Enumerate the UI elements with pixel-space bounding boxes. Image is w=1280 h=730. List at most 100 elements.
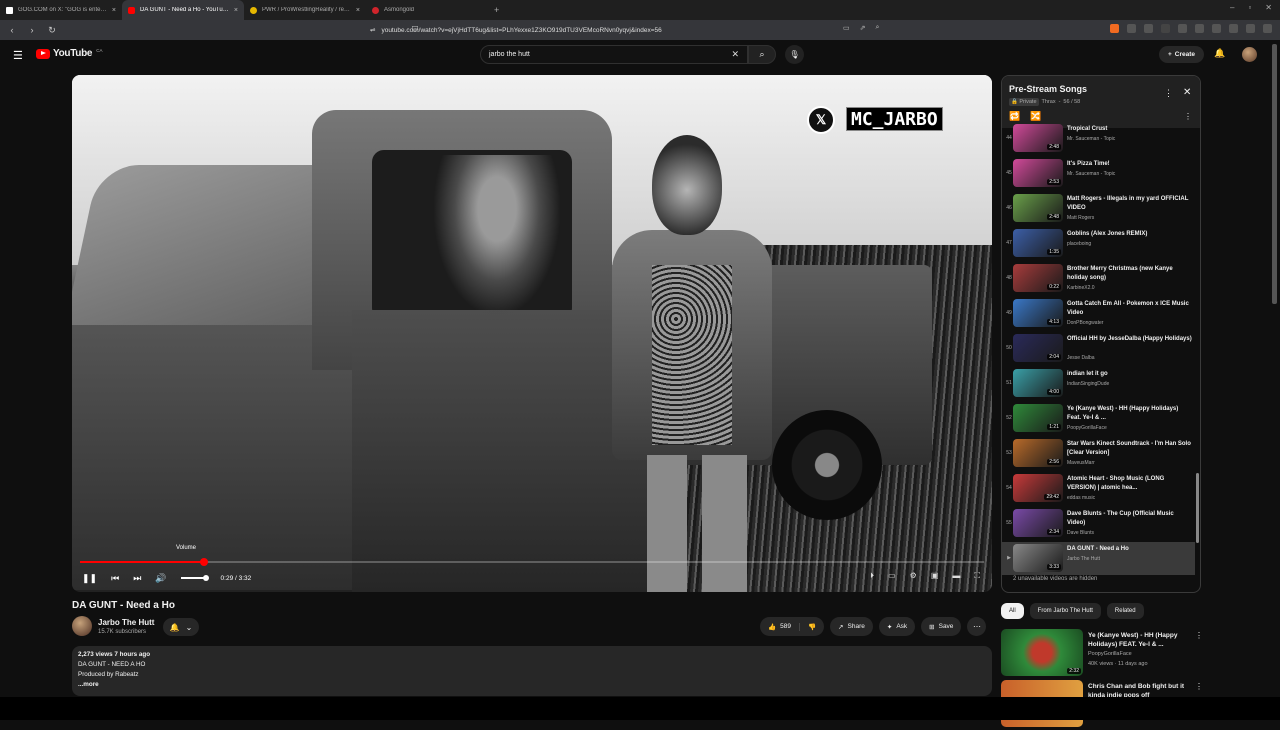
menu-icon[interactable]	[1263, 24, 1272, 33]
chip-from-channel[interactable]: From Jarbo The Hutt	[1029, 603, 1101, 619]
music-icon[interactable]	[1161, 24, 1170, 33]
hamburger-menu-icon[interactable]: ☰	[13, 49, 23, 62]
playlist-item-channel: MaveusMarr	[1067, 460, 1095, 466]
show-more-link[interactable]: ...more	[78, 680, 986, 690]
clear-search-icon[interactable]: ✕	[731, 49, 739, 60]
search-button[interactable]: ⌕	[748, 45, 776, 64]
search-input[interactable]: jarbo the hutt ✕	[480, 45, 748, 64]
next-icon[interactable]: ⏭	[133, 573, 141, 584]
maximize-icon[interactable]: ▫	[1248, 3, 1251, 12]
save-button[interactable]: ⊞ Save	[921, 617, 962, 636]
playlist-item[interactable]: 44 2:48 Tropical Crust Mr. Sauceman - Topic	[1002, 122, 1195, 155]
previous-icon[interactable]: ⏮	[111, 573, 119, 584]
x-logo-icon: 𝕏	[807, 106, 835, 134]
captions-icon[interactable]: ▭	[888, 571, 896, 581]
lock-icon: 🔒	[1011, 99, 1018, 105]
chip-all[interactable]: All	[1001, 603, 1024, 619]
rec-menu-icon[interactable]: ⋮	[1195, 631, 1203, 640]
subscription-bell-button[interactable]: 🔔 ⌄	[163, 618, 199, 636]
fullscreen-icon[interactable]: ⛶	[974, 571, 980, 581]
playlist-item[interactable]: 55 2:34 Dave Blunts - The Cup (Official Mu…	[1002, 507, 1195, 540]
vpn-icon[interactable]	[1246, 24, 1255, 33]
video-player[interactable]: 𝕏 MC_JARBO Volume ❚❚ ⏮ ⏭ 🔊 0:29 / 3:32 ⏵…	[72, 75, 992, 592]
new-tab-icon[interactable]: +	[488, 5, 505, 15]
video-woman	[592, 135, 792, 592]
playlist-item[interactable]: 46 2:48 Matt Rogers - Illegals in my yard …	[1002, 192, 1195, 225]
wallet-icon[interactable]	[1212, 24, 1221, 33]
theater-icon[interactable]: ▬	[952, 571, 960, 581]
zoom-icon[interactable]: ⌕	[876, 24, 880, 32]
youtube-logo[interactable]: YouTube CA	[36, 48, 102, 59]
chip-related[interactable]: Related	[1106, 603, 1144, 619]
close-icon[interactable]: ×	[112, 7, 116, 14]
close-window-icon[interactable]: ✕	[1265, 3, 1272, 12]
close-icon[interactable]: ×	[234, 7, 238, 14]
sidebar-icon[interactable]	[1178, 24, 1187, 33]
description-box[interactable]: 2,273 views 7 hours ago DA GUNT - NEED A…	[72, 646, 992, 696]
playlist-item[interactable]: 45 2:53 It's Pizza Time! Mr. Sauceman - Top…	[1002, 157, 1195, 190]
install-icon[interactable]: ▭	[843, 24, 850, 32]
like-button[interactable]: 👍 589	[760, 622, 800, 631]
playlist-item[interactable]: 47 1:35 Goblins (Alex Jones REMIX) placeboi…	[1002, 227, 1195, 260]
playlist-item[interactable]: 54 29:42 Atomic Heart - Shop Music (LONG V…	[1002, 472, 1195, 505]
close-icon[interactable]: ×	[356, 7, 360, 14]
extension-icon[interactable]	[1127, 24, 1136, 33]
browser-tab[interactable]: PWR / ProWrestlingReality / realpeti ×	[244, 0, 366, 20]
miniplayer-icon[interactable]: ▣	[931, 571, 939, 581]
browser-tab-active[interactable]: DA GUNT - Need a Ho - YouTube ×	[122, 0, 244, 20]
playlist-item[interactable]: 52 1:21 Ye (Kanye West) - HH (Happy Holida…	[1002, 402, 1195, 435]
pause-icon[interactable]: ❚❚	[82, 573, 97, 584]
autoplay-icon[interactable]: ⏵	[870, 571, 874, 581]
account-avatar[interactable]	[1242, 47, 1257, 62]
share-page-icon[interactable]: ⇗	[860, 24, 866, 32]
playlist-item[interactable]: 50 2:04 Official HH by JesseDalba (Happy H…	[1002, 332, 1195, 365]
playlist-item-current[interactable]: ▶ 3:33 DA GUNT - Need a Ho Jarbo The Hutt	[1002, 542, 1195, 575]
playlist-item[interactable]: 49 4:13 Gotta Catch Em All - Pokemon x ICE…	[1002, 297, 1195, 330]
ask-button[interactable]: ✦ Ask	[878, 617, 916, 636]
playlist-item[interactable]: 48 0:22 Brother Merry Christmas (new Kanye…	[1002, 262, 1195, 295]
playlist-title[interactable]: Pre-Stream Songs	[1009, 84, 1087, 94]
playlist-owner[interactable]: Thrax	[1042, 99, 1056, 105]
playlist-item[interactable]: 53 2:56 Star Wars Kinect Soundtrack - I'm …	[1002, 437, 1195, 470]
channel-avatar[interactable]	[72, 616, 92, 636]
tab-label: PWR / ProWrestlingReality / realpeti	[262, 7, 351, 13]
dislike-button[interactable]: 👎	[800, 623, 824, 631]
recommendation-filters: All From Jarbo The Hutt Related	[1001, 603, 1144, 619]
more-icon[interactable]: ⋮	[1184, 112, 1192, 121]
save-icon: ⊞	[929, 623, 935, 631]
minimize-icon[interactable]: –	[1230, 3, 1234, 12]
share-button[interactable]: ↗ Share	[830, 617, 873, 636]
reload-icon[interactable]: ↻	[46, 25, 58, 36]
channel-name[interactable]: Jarbo The Hutt	[98, 618, 154, 627]
scrollbar-thumb[interactable]	[1196, 473, 1199, 543]
create-button[interactable]: + Create	[1159, 46, 1204, 63]
page-scrollbar[interactable]	[1272, 44, 1277, 304]
forward-icon[interactable]: ›	[26, 25, 38, 35]
volume-knob[interactable]	[202, 574, 209, 581]
back-icon[interactable]: ‹	[6, 25, 18, 35]
notifications-icon[interactable]: 🔔	[1214, 48, 1225, 59]
playlist-scrollbar[interactable]	[1196, 128, 1200, 588]
volume-slider[interactable]	[180, 574, 209, 581]
voice-search-button[interactable]: 🎙	[785, 45, 804, 64]
scrubber-handle[interactable]	[199, 558, 208, 566]
progress-bar[interactable]	[80, 558, 984, 566]
rec-menu-icon[interactable]: ⋮	[1195, 682, 1203, 691]
browser-tab[interactable]: GOG.COM on X: "GOG is entering a ×	[0, 0, 122, 20]
brave-shield-icon[interactable]	[1110, 24, 1119, 33]
url-field[interactable]: ⇌ youtube.com/watch?v=ejVjHdTT6ug&list=P…	[370, 22, 910, 38]
playlist-menu-icon[interactable]: ⋮	[1164, 88, 1173, 99]
settings-icon[interactable]: ⚙	[910, 571, 917, 581]
close-icon[interactable]: ✕	[1183, 87, 1191, 98]
loop-icon[interactable]: 🔁	[1009, 111, 1020, 122]
volume-icon[interactable]: 🔊	[155, 573, 166, 584]
extension-icon[interactable]	[1144, 24, 1153, 33]
browser-tab[interactable]: Asmongold	[366, 0, 488, 20]
site-info-icon[interactable]: ⇌	[370, 26, 375, 34]
recommended-video[interactable]: 2:32 Ye (Kanye West) - HH (Happy Holiday…	[1001, 629, 1203, 679]
shuffle-icon[interactable]: 🔀	[1030, 111, 1041, 122]
more-actions-button[interactable]: ⋯	[967, 617, 987, 636]
playlist-item[interactable]: 51 4:00 indian let it go IndianSingingDude	[1002, 367, 1195, 400]
bookmarks-icon[interactable]	[1195, 24, 1204, 33]
leo-icon[interactable]	[1229, 24, 1238, 33]
